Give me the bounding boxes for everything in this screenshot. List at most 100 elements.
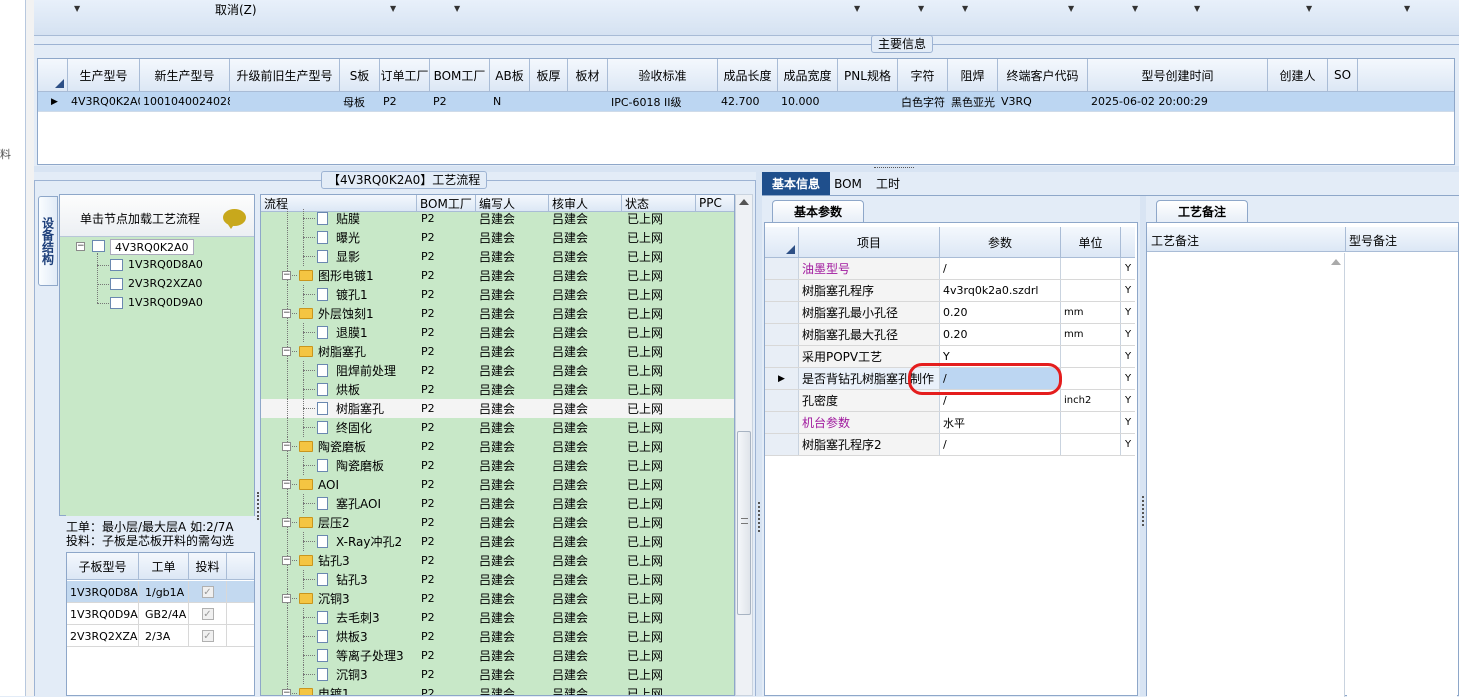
col-header[interactable]: 升级前旧生产型号 [230, 59, 340, 91]
flow-row[interactable]: 曝光 P2 吕建会 吕建会 已上网 [261, 228, 734, 247]
param-value[interactable]: 4v3rq0k2a0.szdrl [940, 280, 1061, 301]
col-header[interactable]: 成品长度 [718, 59, 778, 91]
flow-row[interactable]: 终固化 P2 吕建会 吕建会 已上网 [261, 418, 734, 437]
sub-col-header[interactable]: 子板型号 [67, 553, 139, 579]
col-header[interactable]: 阻焊 [948, 59, 998, 91]
col-header[interactable]: SO [1328, 59, 1358, 91]
flow-row[interactable]: − 陶瓷磨板 P2 吕建会 吕建会 已上网 [261, 437, 734, 456]
param-row[interactable]: 树脂塞孔程序 4v3rq0k2a0.szdrl Y [765, 280, 1135, 302]
splitter-grip-icon[interactable] [1142, 496, 1144, 526]
param-row[interactable]: 树脂塞孔最小孔径 0.20 mm Y [765, 302, 1135, 324]
flow-row[interactable]: 贴膜 P2 吕建会 吕建会 已上网 [261, 209, 734, 228]
flow-collapse-icon[interactable]: − [282, 442, 291, 451]
flow-row[interactable]: 等离子处理3 P2 吕建会 吕建会 已上网 [261, 646, 734, 665]
dropdown-arrow-icon[interactable]: ▼ [1306, 4, 1312, 13]
param-value[interactable]: 水平 [940, 412, 1061, 433]
col-header[interactable]: 生产型号 [68, 59, 140, 91]
dropdown-arrow-icon[interactable]: ▼ [1132, 4, 1138, 13]
flow-row[interactable]: 钻孔3 P2 吕建会 吕建会 已上网 [261, 570, 734, 589]
flow-row[interactable]: − 沉铜3 P2 吕建会 吕建会 已上网 [261, 589, 734, 608]
flow-collapse-icon[interactable]: − [282, 518, 291, 527]
dropdown-arrow-icon[interactable]: ▼ [390, 4, 396, 13]
cancel-button[interactable]: 取消(Z) [215, 1, 257, 18]
flow-row[interactable]: 塞孔AOI P2 吕建会 吕建会 已上网 [261, 494, 734, 513]
feed-checkbox[interactable]: ✓ [201, 586, 214, 598]
flow-row[interactable]: − 树脂塞孔 P2 吕建会 吕建会 已上网 [261, 342, 734, 361]
param-row[interactable]: 树脂塞孔最大孔径 0.20 mm Y [765, 324, 1135, 346]
dropdown-arrow-icon[interactable]: ▼ [918, 4, 924, 13]
flow-collapse-icon[interactable]: − [282, 480, 291, 489]
flow-row[interactable]: 镀孔1 P2 吕建会 吕建会 已上网 [261, 285, 734, 304]
flow-row[interactable]: − 电镀1 P2 吕建会 吕建会 已上网 [261, 684, 734, 695]
param-value[interactable]: / [940, 434, 1061, 455]
sub-col-header[interactable]: 投料 [189, 553, 227, 579]
right-tab[interactable]: 工时 [866, 172, 910, 195]
col-header[interactable]: 板材 [568, 59, 608, 91]
remark-tab[interactable]: 工艺备注 [1156, 200, 1248, 222]
flow-row[interactable]: X-Ray冲孔2 P2 吕建会 吕建会 已上网 [261, 532, 734, 551]
sub-board-row[interactable]: 2V3RQ2XZA0 2/3A ✓ [67, 625, 254, 647]
flow-collapse-icon[interactable]: − [282, 556, 291, 565]
param-value[interactable]: 0.20 [940, 302, 1061, 323]
flow-row[interactable]: 显影 P2 吕建会 吕建会 已上网 [261, 247, 734, 266]
flow-row[interactable]: − AOI P2 吕建会 吕建会 已上网 [261, 475, 734, 494]
dropdown-arrow-icon[interactable]: ▼ [1068, 4, 1074, 13]
param-row[interactable]: 树脂塞孔程序2/ Y [765, 434, 1135, 456]
col-header[interactable]: AB板 [490, 59, 530, 91]
scroll-thumb[interactable] [737, 431, 751, 615]
flow-collapse-icon[interactable]: − [282, 347, 291, 356]
col-header[interactable]: 型号创建时间 [1088, 59, 1268, 91]
tree-root-node[interactable]: 4V3RQ0K2A0 [110, 239, 194, 255]
dropdown-arrow-icon[interactable]: ▼ [1404, 4, 1410, 13]
param-row[interactable]: 油墨型号 / Y [765, 258, 1135, 280]
flow-row[interactable]: − 层压2 P2 吕建会 吕建会 已上网 [261, 513, 734, 532]
param-col-header[interactable]: 项目 [799, 227, 940, 257]
sub-col-header[interactable]: 工单 [139, 553, 189, 579]
dropdown-arrow-icon[interactable]: ▼ [962, 4, 968, 13]
col-header[interactable]: 成品宽度 [778, 59, 838, 91]
flow-collapse-icon[interactable]: − [282, 309, 291, 318]
param-col-header[interactable]: 单位 [1061, 227, 1121, 257]
param-value[interactable]: 0.20 [940, 324, 1061, 345]
tree-child-node[interactable]: 1V3RQ0D9A0 [128, 295, 203, 311]
flow-row[interactable]: 树脂塞孔 P2 吕建会 吕建会 已上网 [261, 399, 734, 418]
main-info-row[interactable]: ▶ 4V3RQ0K2A010010400240287 母板 P2 P2 N IPC-6018… [38, 92, 1454, 112]
scroll-up-icon[interactable] [739, 199, 749, 205]
splitter-grip-icon[interactable] [257, 492, 259, 520]
flow-collapse-icon[interactable]: − [282, 689, 291, 695]
flow-row[interactable]: 退膜1 P2 吕建会 吕建会 已上网 [261, 323, 734, 342]
side-tab-structure[interactable]: 设备结构 [38, 196, 58, 286]
col-header[interactable]: 订单工厂 [380, 59, 430, 91]
flow-row[interactable]: 烘板 P2 吕建会 吕建会 已上网 [261, 380, 734, 399]
col-header[interactable]: 验收标准 [608, 59, 718, 91]
model-remark-textarea[interactable] [1347, 253, 1457, 697]
dropdown-arrow-icon[interactable]: ▼ [454, 4, 460, 13]
flow-collapse-icon[interactable]: − [282, 271, 291, 280]
flow-row[interactable]: − 图形电镀1 P2 吕建会 吕建会 已上网 [261, 266, 734, 285]
splitter-grip-icon[interactable] [874, 167, 914, 170]
flow-collapse-icon[interactable]: − [282, 594, 291, 603]
basic-params-subtab[interactable]: 基本参数 [772, 200, 864, 222]
flow-row[interactable]: 烘板3 P2 吕建会 吕建会 已上网 [261, 627, 734, 646]
col-header[interactable]: S板 [340, 59, 380, 91]
splitter-grip-icon[interactable] [758, 502, 760, 532]
dropdown-arrow-icon[interactable]: ▼ [74, 4, 80, 13]
flow-row[interactable]: − 外层蚀刻1 P2 吕建会 吕建会 已上网 [261, 304, 734, 323]
right-tab[interactable]: 基本信息 [762, 172, 830, 195]
feed-checkbox[interactable]: ✓ [201, 630, 214, 642]
flow-row[interactable]: 沉铜3 P2 吕建会 吕建会 已上网 [261, 665, 734, 684]
sub-board-row[interactable]: 1V3RQ0D8A0 1/gb1A ✓ [67, 581, 254, 603]
flow-row[interactable]: − 钻孔3 P2 吕建会 吕建会 已上网 [261, 551, 734, 570]
right-tab[interactable]: BOM [830, 172, 866, 195]
col-header[interactable]: PNL规格 [838, 59, 898, 91]
col-header[interactable]: BOM工厂 [430, 59, 490, 91]
col-header[interactable]: 创建人 [1268, 59, 1328, 91]
param-row[interactable]: 机台参数 水平 Y [765, 412, 1135, 434]
col-header[interactable]: 新生产型号 [140, 59, 230, 91]
col-header[interactable]: 板厚 [530, 59, 568, 91]
param-col-header[interactable]: 参数 [940, 227, 1061, 257]
flow-row[interactable]: 去毛刺3 P2 吕建会 吕建会 已上网 [261, 608, 734, 627]
sub-board-row[interactable]: 1V3RQ0D9A0 GB2/4A ✓ [67, 603, 254, 625]
remark-scroll-up-icon[interactable] [1331, 259, 1341, 265]
param-value[interactable]: / [940, 258, 1061, 279]
